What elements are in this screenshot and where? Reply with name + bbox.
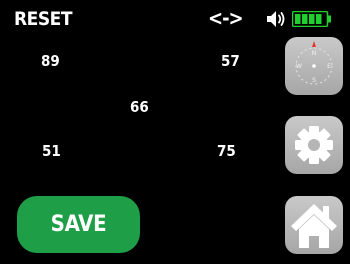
save-button[interactable]: SAVE [17, 196, 140, 253]
home-icon [291, 204, 337, 248]
compass-letter-e: E [327, 63, 331, 70]
reset-button[interactable]: RESET [14, 8, 73, 30]
compass-letter-w: W [296, 63, 302, 70]
compass-letter-n: N [312, 50, 317, 57]
reading-value-2: 57 [221, 52, 240, 70]
settings-button[interactable] [285, 116, 343, 174]
compass-letter-s: S [312, 77, 316, 84]
speaker-icon[interactable] [266, 10, 286, 28]
battery-icon [292, 11, 331, 27]
save-button-label: SAVE [50, 212, 107, 237]
reading-value-3: 66 [130, 98, 149, 116]
reading-value-4: 51 [42, 142, 61, 160]
swap-arrows-button[interactable]: <-> [208, 6, 244, 30]
reading-value-1: 89 [41, 52, 60, 70]
reading-value-5: 75 [217, 142, 236, 160]
compass-icon: N S E W [295, 41, 333, 85]
compass-button[interactable]: N S E W [285, 37, 343, 95]
gear-icon [295, 126, 333, 164]
home-button[interactable] [285, 196, 343, 254]
